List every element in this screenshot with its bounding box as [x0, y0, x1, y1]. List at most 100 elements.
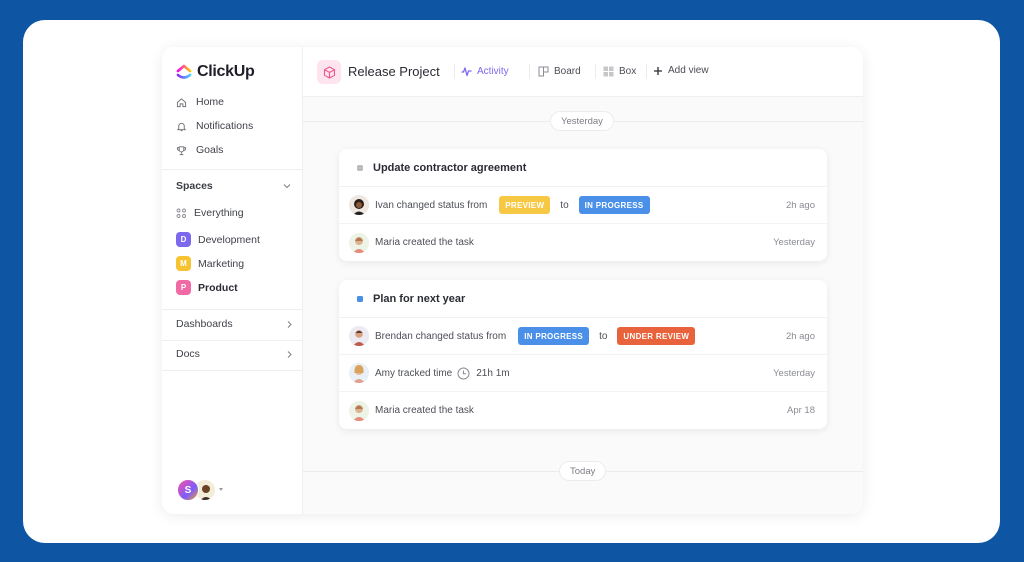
chevron-down-icon[interactable]: [282, 181, 292, 191]
task-title: Plan for next year: [373, 292, 466, 305]
sidebar-item-everything[interactable]: Everything: [176, 207, 244, 219]
activity-text: Amy tracked time 21h 1m: [375, 367, 773, 380]
app-window: ClickUp Home Notifications Goals Spaces …: [162, 47, 863, 514]
trophy-icon: [176, 145, 187, 155]
divider: [646, 64, 647, 79]
sidebar-space-marketing[interactable]: M Marketing: [176, 256, 244, 271]
status-badge-in-progress: IN PROGRESS: [518, 327, 590, 345]
sidebar-item-dashboards[interactable]: Dashboards: [176, 318, 294, 330]
activity-time: Apr 18: [787, 405, 815, 416]
bell-icon: [176, 122, 187, 131]
activity-description: Ivan changed status from: [375, 199, 488, 211]
sidebar-space-development[interactable]: D Development: [176, 232, 260, 247]
space-avatar: M: [176, 256, 191, 271]
add-view-button[interactable]: Add view: [653, 65, 709, 76]
divider: [162, 169, 303, 170]
tab-activity[interactable]: Activity: [461, 66, 509, 77]
main-panel: Release Project Activity Board Box Add v…: [303, 47, 863, 514]
plus-icon: [654, 66, 662, 75]
to-label: to: [560, 199, 569, 211]
task-status-dot: [357, 295, 363, 302]
day-label-today: Today: [559, 461, 607, 481]
activity-description: Brendan changed status from: [375, 330, 507, 342]
chevron-right-icon: [287, 350, 292, 358]
activity-time: 2h ago: [785, 199, 815, 211]
activity-icon: [461, 67, 472, 77]
space-avatar: P: [176, 280, 191, 295]
sidebar-item-label: Development: [198, 233, 260, 246]
sidebar-item-label: Dashboards: [176, 318, 233, 330]
divider: [529, 64, 530, 79]
tab-board[interactable]: Board: [538, 66, 581, 77]
divider: [454, 64, 455, 79]
sidebar-item-home[interactable]: Home: [176, 96, 224, 108]
status-badge-under-review: UNDER REVIEW: [617, 327, 696, 345]
home-icon: [176, 97, 187, 107]
avatar: [349, 363, 369, 383]
person-avatar-icon: [349, 232, 369, 253]
task-status-dot: [357, 164, 363, 171]
add-view-label: Add view: [668, 65, 709, 76]
task-title: Update contractor agreement: [373, 161, 527, 174]
sidebar: ClickUp Home Notifications Goals Spaces …: [162, 47, 303, 514]
sidebar-item-label: Home: [196, 96, 225, 108]
logo-text: ClickUp: [197, 63, 255, 80]
sidebar-item-label: Everything: [194, 207, 244, 219]
clickup-logo-icon: [176, 64, 192, 79]
tab-label: Box: [619, 66, 637, 77]
activity-time: 2h ago: [785, 330, 815, 342]
avatar: [349, 400, 369, 421]
tab-label: Board: [554, 66, 581, 77]
activity-text: Brendan changed status from IN PROGRESS …: [375, 327, 786, 345]
activity-time: Yesterday: [773, 367, 815, 379]
avatar: [349, 326, 369, 346]
sidebar-item-label: Goals: [196, 144, 224, 156]
activity-row: Brendan changed status from IN PROGRESS …: [339, 318, 827, 355]
avatar: [349, 232, 369, 253]
sidebar-item-notifications[interactable]: Notifications: [176, 120, 253, 132]
to-label: to: [599, 330, 608, 342]
person-avatar-icon: [349, 400, 369, 421]
tracked-time: 21h 1m: [476, 367, 510, 379]
sidebar-item-label: Product: [198, 281, 238, 294]
activity-time: Yesterday: [773, 237, 815, 248]
clock-icon: [457, 367, 470, 379]
status-badge-preview: PREVIEW: [499, 196, 551, 214]
tab-label: Activity: [477, 66, 509, 77]
avatar: [349, 195, 369, 215]
person-avatar-icon: [349, 195, 369, 215]
tab-box[interactable]: Box: [603, 66, 636, 77]
sidebar-item-docs[interactable]: Docs: [176, 348, 294, 360]
grid-dots-icon: [176, 208, 186, 218]
activity-description: Maria created the task: [375, 237, 474, 248]
project-title: Release Project: [348, 64, 440, 79]
divider: [595, 64, 596, 79]
activity-row: Maria created the task Apr 18: [339, 392, 827, 429]
task-header[interactable]: Update contractor agreement: [339, 149, 827, 187]
divider: [162, 340, 303, 341]
cube-icon: [323, 65, 335, 79]
task-header[interactable]: Plan for next year: [339, 280, 827, 318]
sidebar-item-label: Notifications: [196, 120, 254, 132]
sidebar-item-goals[interactable]: Goals: [176, 144, 223, 156]
day-label-yesterday: Yesterday: [550, 111, 614, 131]
divider: [162, 309, 303, 310]
chevron-right-icon: [287, 320, 292, 328]
top-bar: Release Project Activity Board Box Add v…: [303, 47, 863, 97]
workspace-avatar[interactable]: S: [177, 479, 199, 501]
divider: [162, 370, 303, 371]
task-activity-card: Update contractor agreement Ivan changed…: [339, 149, 827, 261]
activity-text: Ivan changed status from PREVIEW to IN P…: [375, 196, 786, 214]
spaces-header[interactable]: Spaces: [176, 180, 213, 192]
caret-down-icon[interactable]: [219, 488, 223, 491]
logo[interactable]: ClickUp: [176, 63, 255, 81]
activity-row: Maria created the task Yesterday: [339, 224, 827, 261]
activity-description: Maria created the task: [375, 405, 474, 416]
activity-row: Ivan changed status from PREVIEW to IN P…: [339, 187, 827, 224]
project-icon: [317, 60, 341, 84]
sidebar-item-label: Marketing: [198, 257, 245, 270]
person-avatar-icon: [349, 326, 369, 346]
status-badge-in-progress: IN PROGRESS: [578, 196, 650, 214]
sidebar-space-product[interactable]: P Product: [176, 280, 238, 295]
activity-row: Amy tracked time 21h 1m Yesterday: [339, 355, 827, 392]
